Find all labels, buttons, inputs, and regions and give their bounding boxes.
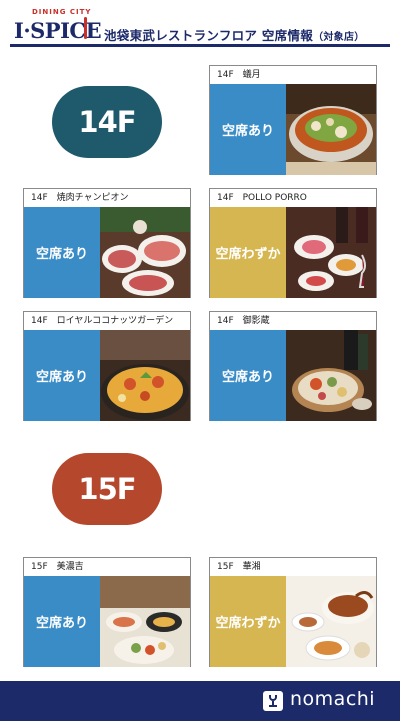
peking-duck-photo: [286, 576, 376, 667]
page-title-sub: （対象店）: [313, 32, 365, 43]
motsunabe-hotpot-photo: [286, 84, 376, 175]
vacancy-status: 空席あり: [24, 207, 100, 298]
japanese-course-photo: [286, 330, 376, 421]
logo-wordmark: I·SPICE: [14, 18, 102, 43]
restaurant-card-royal-coconut-garden[interactable]: 14F ロイヤルココナッツガーデン 空席あり: [23, 311, 191, 421]
floor-badge-14f: 14F: [52, 86, 162, 158]
vacancy-status: 空席あり: [24, 576, 100, 667]
restaurant-name: 15F 美濃吉: [31, 562, 84, 572]
wine-glass-icon: [263, 691, 283, 711]
restaurant-name: 14F 焼肉チャンピオン: [31, 193, 129, 203]
page-title: 池袋東武レストランフロア 空席情報（対象店）: [104, 25, 365, 44]
restaurant-name: 15F 華湘: [217, 562, 261, 572]
page-footer: nomachi: [0, 681, 400, 721]
restaurant-name: 14F 蟻月: [217, 70, 261, 80]
restaurant-card-arizuki[interactable]: 14F 蟻月 空席あり: [209, 65, 377, 175]
vacancy-status: 空席あり: [24, 330, 100, 421]
yakiniku-meat-photo: [100, 207, 190, 298]
vacancy-status: 空席あり: [210, 84, 286, 175]
vacancy-status: 空席わずか: [210, 576, 286, 667]
italian-wine-dishes-photo: [286, 207, 376, 298]
ispice-logo[interactable]: DINING CITY I·SPICE: [14, 8, 102, 44]
page-header: DINING CITY I·SPICE 池袋東武レストランフロア 空席情報（対象…: [0, 0, 400, 50]
fork-icon: [84, 17, 87, 39]
kaiseki-photo: [100, 576, 190, 667]
vacancy-status: 空席わずか: [210, 207, 286, 298]
restaurant-card-kashou[interactable]: 15F 華湘 空席わずか: [209, 557, 377, 667]
nomachi-logo[interactable]: nomachi: [290, 688, 375, 710]
paella-photo: [100, 330, 190, 421]
restaurant-name: 14F ロイヤルココナッツガーデン: [31, 316, 174, 326]
header-divider: [10, 44, 390, 47]
page-title-main: 池袋東武レストランフロア 空席情報: [104, 28, 314, 43]
floor-badge-15f: 15F: [52, 453, 162, 525]
restaurant-card-minokichi[interactable]: 15F 美濃吉 空席あり: [23, 557, 191, 667]
restaurant-name: 14F POLLO PORRO: [217, 193, 307, 203]
logo-arc-text: DINING CITY: [32, 8, 92, 16]
restaurant-card-mikagegura[interactable]: 14F 御影蔵 空席あり: [209, 311, 377, 421]
restaurant-card-yakiniku-champion[interactable]: 14F 焼肉チャンピオン 空席あり: [23, 188, 191, 298]
restaurant-name: 14F 御影蔵: [217, 316, 270, 326]
restaurant-card-pollo-porro[interactable]: 14F POLLO PORRO 空席わずか: [209, 188, 377, 298]
vacancy-status: 空席あり: [210, 330, 286, 421]
